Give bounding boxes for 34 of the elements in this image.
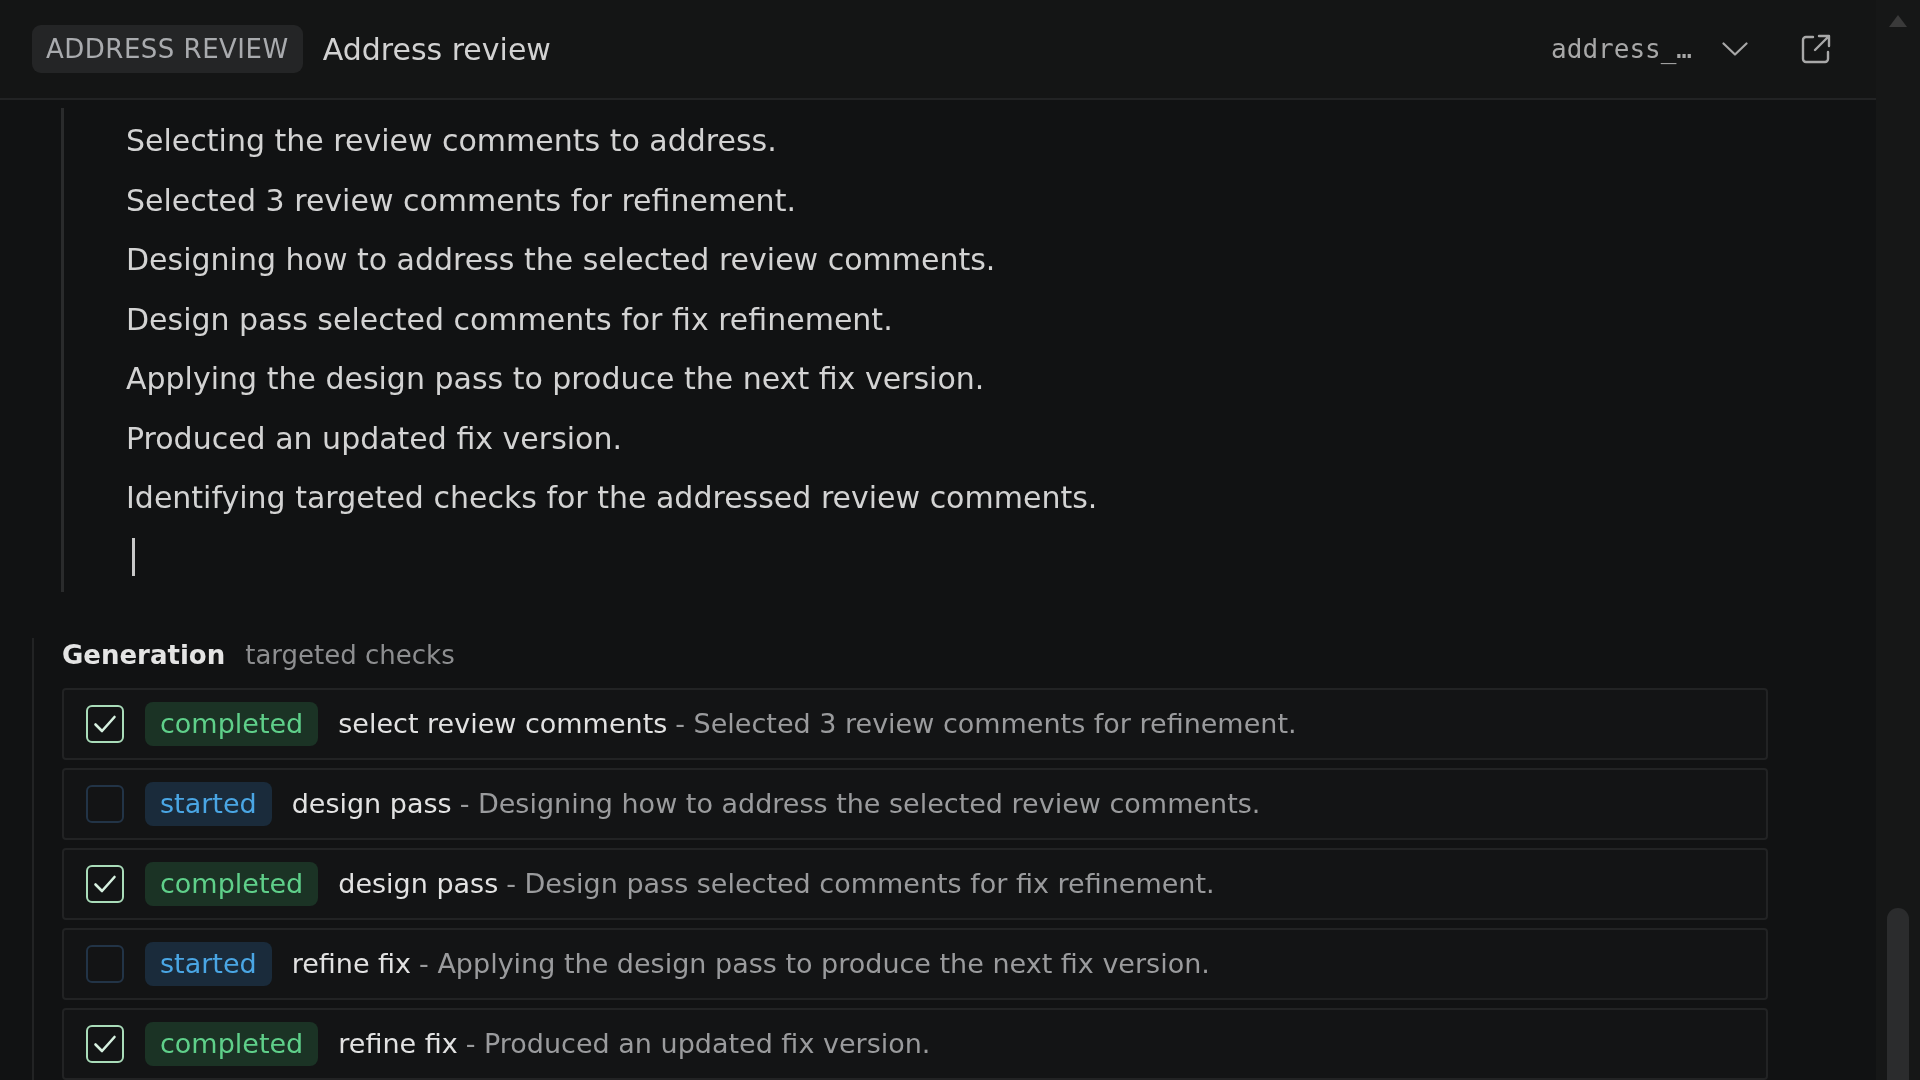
checkmark-icon: [93, 1033, 117, 1054]
status-badge: completed: [145, 1021, 319, 1066]
step-name: select review comments: [338, 708, 668, 739]
step-detail: - Selected 3 review comments for refinement.: [675, 708, 1297, 739]
log-line: Designing how to address the selected review comments.: [126, 241, 997, 279]
status-badge: completed: [145, 861, 319, 906]
checkmark-icon: [93, 713, 117, 734]
log-line: Selecting the review comments to address.: [126, 122, 778, 160]
log-line: Selected 3 review comments for refinement.: [126, 181, 797, 220]
section-title: Generation: [62, 639, 226, 670]
section-subtitle: targeted checks: [245, 639, 455, 670]
log-line: Produced an updated fix version.: [126, 419, 623, 458]
dropdown[interactable]: address_…: [1551, 34, 1748, 64]
external-link-icon[interactable]: [1800, 33, 1832, 65]
checkmark-icon: [93, 873, 117, 894]
step-name: design pass: [338, 868, 499, 899]
step-name: refine fix: [338, 1028, 458, 1059]
log-line: Applying the design pass to produce the next fix version.: [126, 360, 986, 398]
log-line: Identifying targeted checks for the addressed review comments.: [126, 479, 1098, 517]
status-badge: completed: [145, 701, 319, 746]
checkbox[interactable]: [86, 944, 124, 983]
log-line: Design pass selected comments for fix refinement.: [126, 300, 894, 339]
chevron-down-icon: [1722, 42, 1748, 56]
step-detail: - Applying the design pass to produce the next fix version.: [419, 948, 1210, 979]
step-detail: - Designing how to address the selected review comments.: [459, 788, 1261, 819]
step-name: design pass: [291, 788, 452, 819]
step-detail: - Produced an updated fix version.: [465, 1028, 931, 1059]
status-badge: started: [145, 941, 272, 986]
page-title: Address review: [322, 31, 551, 67]
checkbox[interactable]: [86, 784, 124, 823]
step-name: refine fix: [291, 948, 412, 979]
title-badge: ADDRESS REVIEW: [32, 25, 303, 73]
step-detail: - Design pass selected comments for fix refinement.: [506, 868, 1215, 899]
status-badge: started: [145, 781, 272, 826]
